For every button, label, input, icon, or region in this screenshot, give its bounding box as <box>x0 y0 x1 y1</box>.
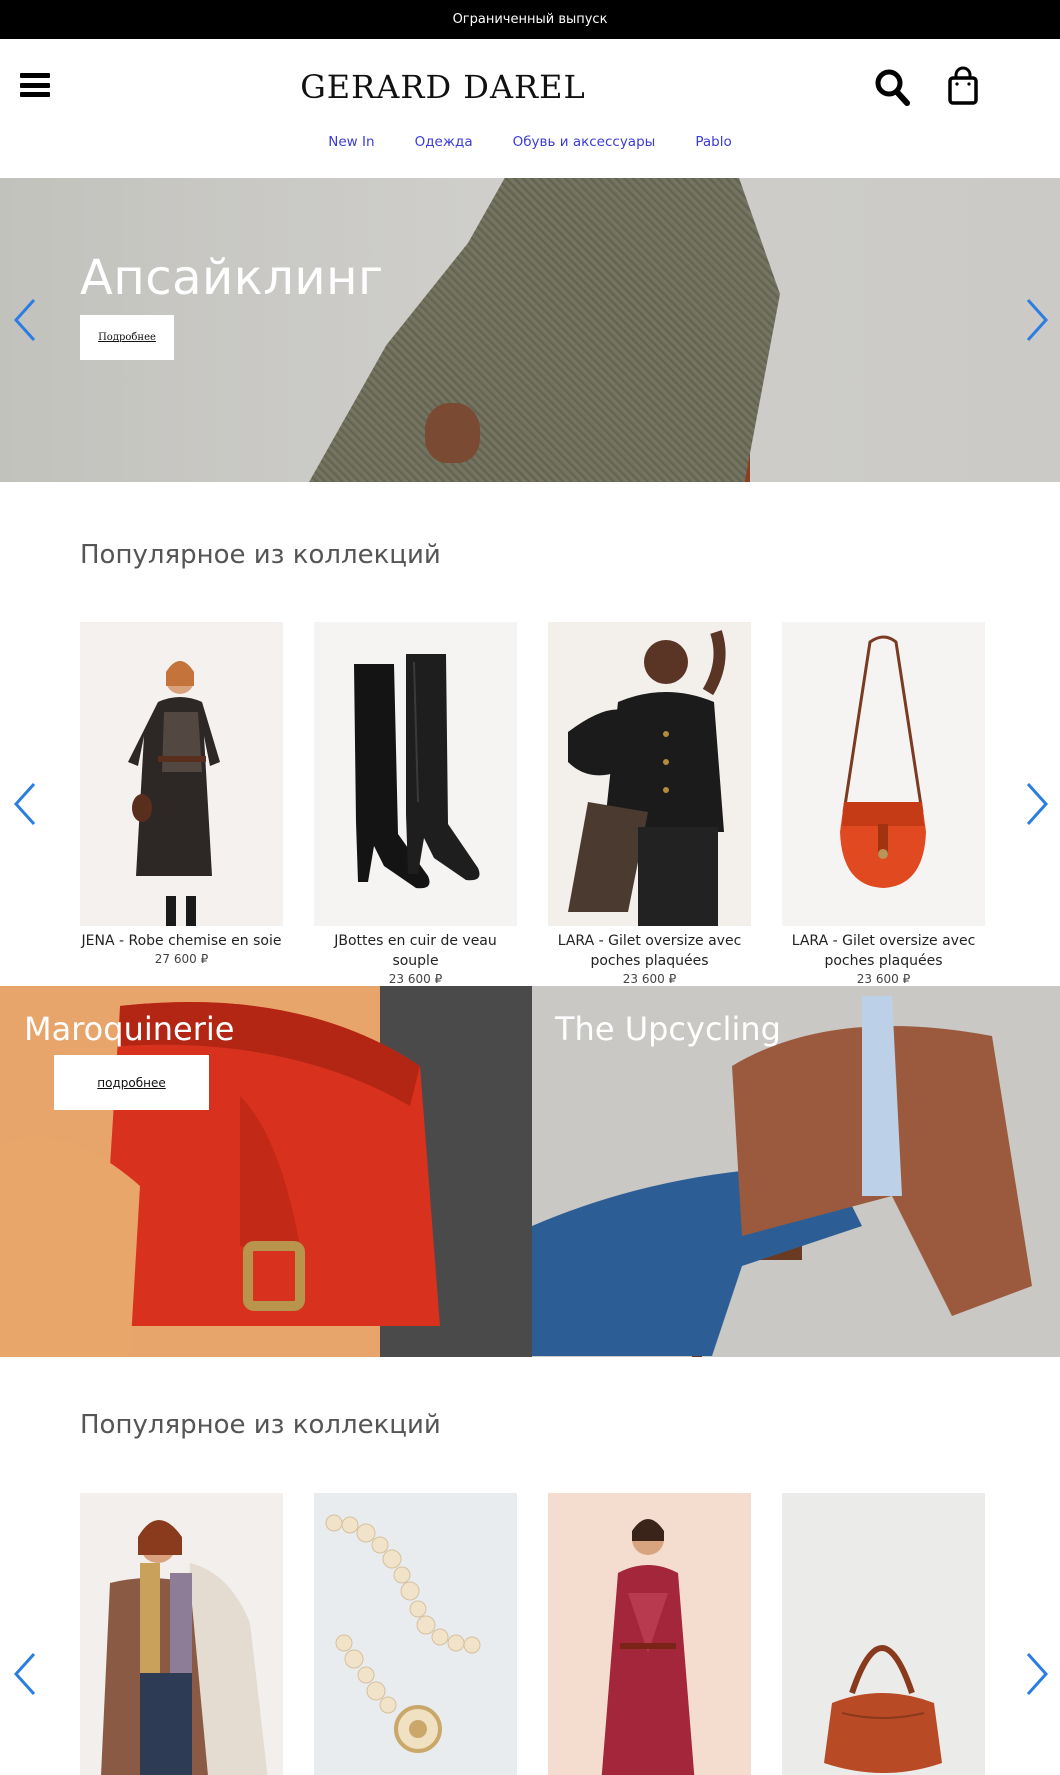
product-carousel-2 <box>80 1493 985 1775</box>
product-image[interactable] <box>314 1493 517 1775</box>
promo-bar: Ограниченный выпуск <box>0 0 1060 39</box>
product-card[interactable] <box>782 1493 985 1775</box>
product-price: 27 600 ₽ <box>154 952 209 966</box>
section-title-popular: Популярное из коллекций <box>80 540 441 570</box>
product-card[interactable] <box>548 1493 751 1775</box>
product-card[interactable]: JENA - Robe chemise en soie 27 600 ₽ <box>80 622 283 967</box>
product-card[interactable]: LARA - Gilet oversize avec poches plaqué… <box>548 622 751 987</box>
carousel2-next-arrow-icon[interactable] <box>1022 1650 1052 1698</box>
product-name[interactable]: JBottes en cuir de veau souple <box>314 931 517 971</box>
brand-logo[interactable]: GERARD DAREL <box>286 67 600 107</box>
product-card[interactable] <box>314 1493 517 1775</box>
banner-maroquinerie-title: Maroquinerie <box>24 1010 235 1048</box>
nav-item-pablo[interactable]: Pablo <box>695 134 731 156</box>
search-icon[interactable] <box>874 67 912 107</box>
banner-maroquinerie-button[interactable]: подробнее <box>54 1055 209 1110</box>
hero-title: Апсайклинг <box>80 250 384 306</box>
nav-item-clothing[interactable]: Одежда <box>415 134 473 156</box>
shopping-bag-icon[interactable] <box>944 65 982 107</box>
hero-more-button[interactable]: Подробнее <box>80 315 174 360</box>
banner-upcycling-title: The Upcycling <box>555 1010 781 1048</box>
product-carousel-1: JENA - Robe chemise en soie 27 600 ₽ JBo… <box>80 622 985 992</box>
product-name[interactable]: LARA - Gilet oversize avec poches plaqué… <box>548 931 751 971</box>
hero-next-arrow-icon[interactable] <box>1022 296 1052 344</box>
carousel1-next-arrow-icon[interactable] <box>1022 780 1052 828</box>
hamburger-menu-icon[interactable] <box>20 73 50 97</box>
product-image[interactable] <box>782 622 985 926</box>
product-name[interactable]: LARA - Gilet oversize avec poches plaqué… <box>782 931 985 971</box>
product-name[interactable]: JENA - Robe chemise en soie <box>80 931 283 951</box>
product-card[interactable] <box>80 1493 283 1775</box>
product-price: 23 600 ₽ <box>856 972 911 986</box>
main-nav: New In Одежда Обувь и аксессуары Pablo <box>0 134 1060 156</box>
product-image[interactable] <box>80 1493 283 1775</box>
carousel2-prev-arrow-icon[interactable] <box>10 1650 40 1698</box>
hero-banner: Апсайклинг Подробнее <box>0 178 1060 482</box>
product-price: 23 600 ₽ <box>388 972 443 986</box>
product-image[interactable] <box>548 1493 751 1775</box>
product-image[interactable] <box>782 1493 985 1775</box>
banner-upcycling[interactable]: The Upcycling <box>532 986 1060 1357</box>
hero-prev-arrow-icon[interactable] <box>10 296 40 344</box>
promo-text: Ограниченный выпуск <box>452 12 608 27</box>
product-image[interactable] <box>548 622 751 926</box>
hero-hand <box>425 403 480 463</box>
nav-item-shoes-accessories[interactable]: Обувь и аксессуары <box>513 134 656 156</box>
product-card[interactable]: LARA - Gilet oversize avec poches plaqué… <box>782 622 985 987</box>
section-title-popular-2: Популярное из коллекций <box>80 1410 441 1440</box>
banner-maroquinerie[interactable]: Maroquinerie подробнее <box>0 986 532 1357</box>
nav-item-new-in[interactable]: New In <box>328 134 374 156</box>
product-image[interactable] <box>80 622 283 926</box>
carousel1-prev-arrow-icon[interactable] <box>10 780 40 828</box>
product-card[interactable]: JBottes en cuir de veau souple 23 600 ₽ <box>314 622 517 987</box>
site-header: GERARD DAREL New In Одежда Обувь и аксес… <box>0 39 1060 178</box>
product-price: 23 600 ₽ <box>622 972 677 986</box>
product-image[interactable] <box>314 622 517 926</box>
